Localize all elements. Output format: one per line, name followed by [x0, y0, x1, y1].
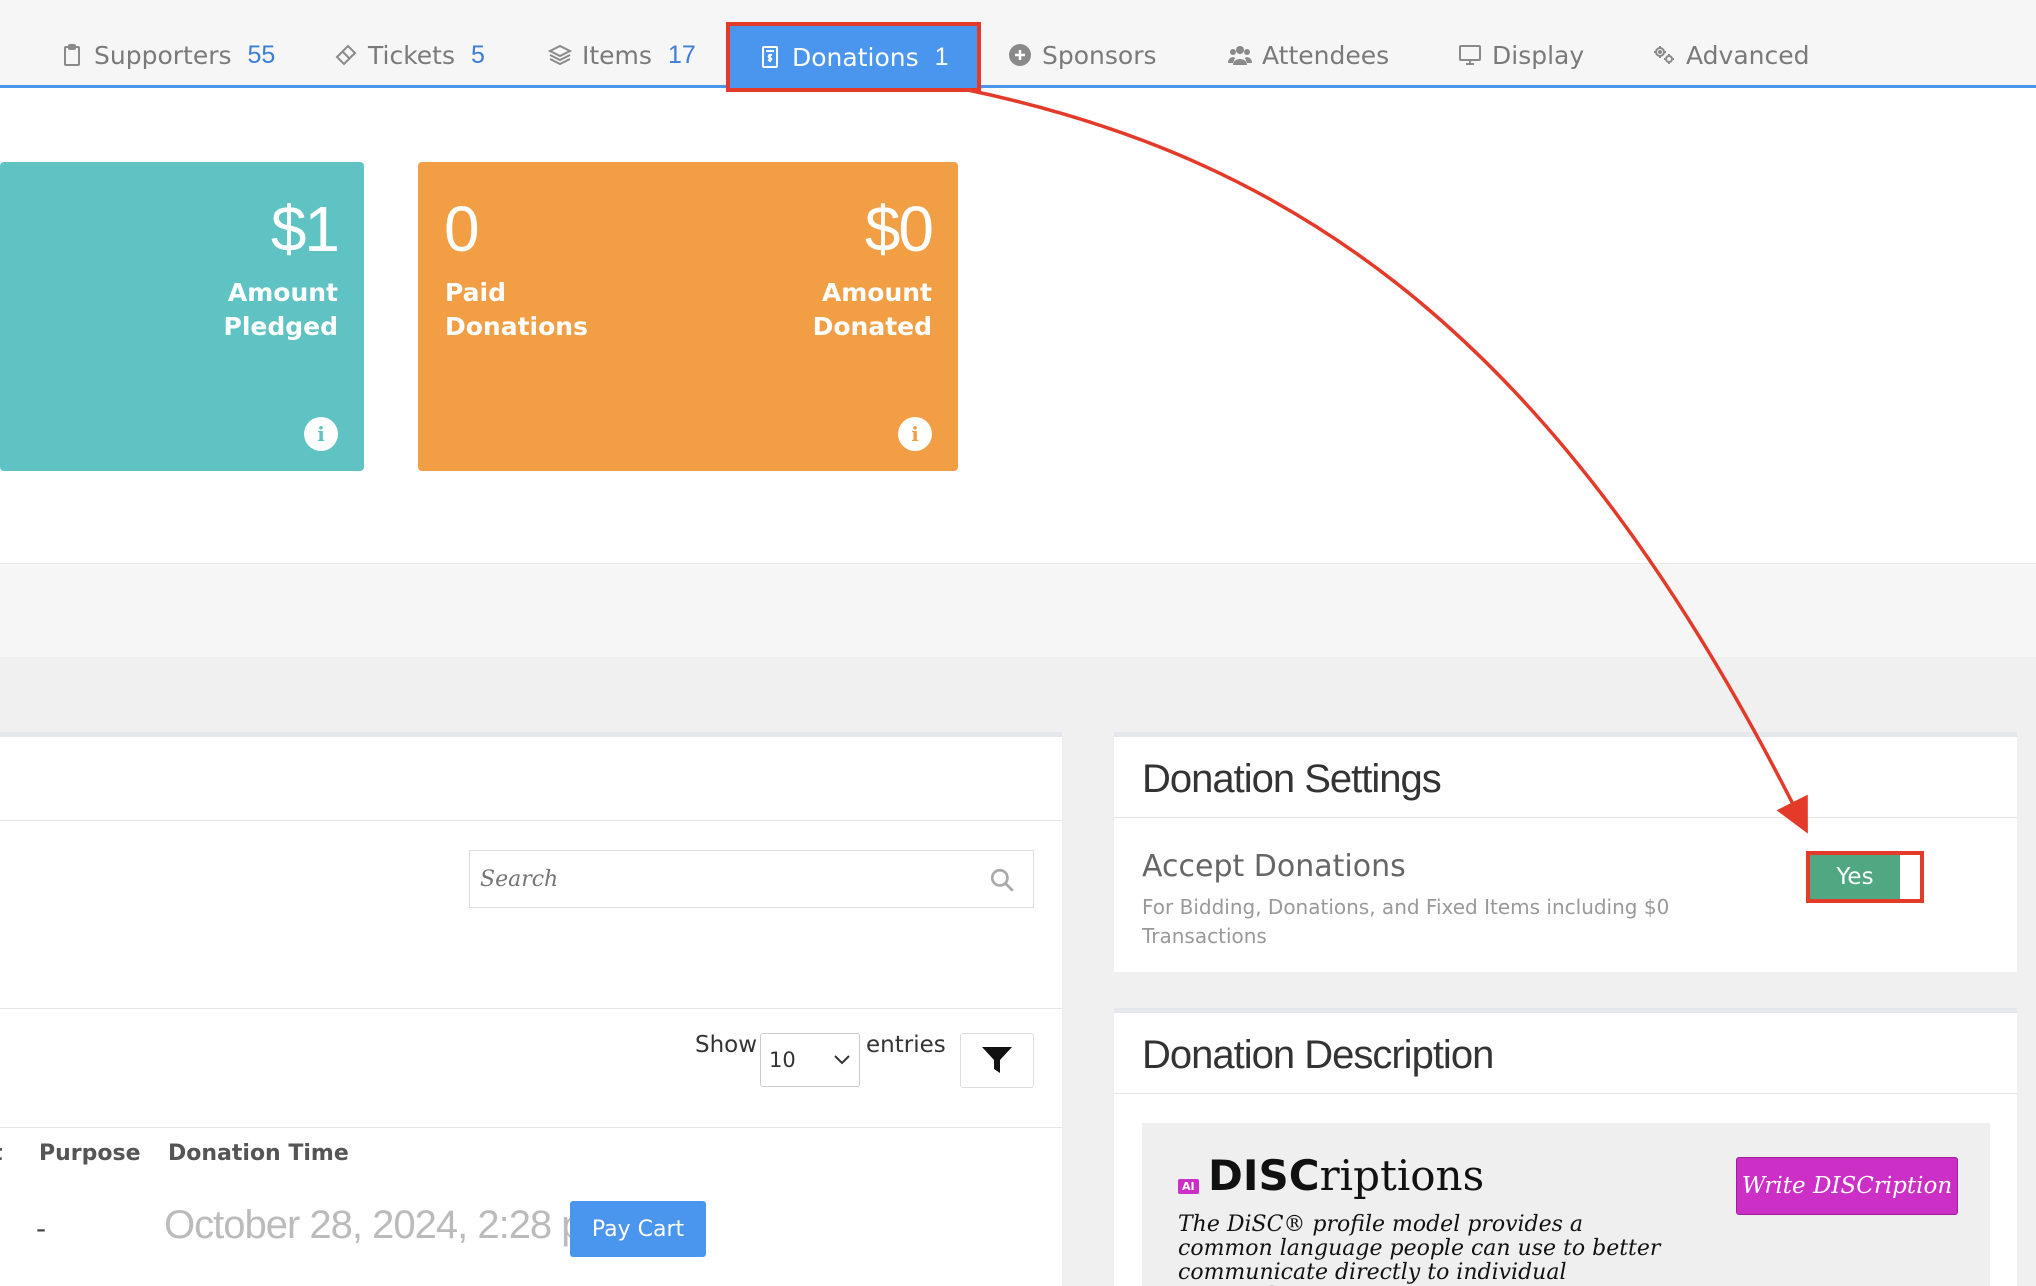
column-header-purpose[interactable]: Purpose	[39, 1141, 141, 1166]
tab-label: Attendees	[1262, 40, 1390, 70]
tab-items[interactable]: Items 17	[548, 22, 696, 88]
accept-donations-description: For Bidding, Donations, and Fixed Items …	[1142, 895, 1670, 948]
filter-button[interactable]	[960, 1033, 1034, 1088]
pay-cart-button[interactable]: Pay Cart	[570, 1201, 706, 1257]
tab-count: 55	[247, 40, 276, 69]
row-purpose: -	[36, 1212, 47, 1245]
tab-donations[interactable]: Donations 1	[726, 22, 981, 92]
monitor-icon	[1459, 45, 1481, 65]
pledged-label-line2: Pledged	[223, 312, 339, 341]
donated-label-line2: Donated	[812, 312, 932, 341]
divider	[1114, 817, 2017, 818]
page-size-value: 10	[769, 1048, 796, 1072]
amount-donated-label: Amount Donated	[813, 276, 932, 344]
tab-label: Donations	[792, 42, 919, 72]
tab-tickets[interactable]: Tickets 5	[334, 22, 485, 88]
divider	[0, 820, 1062, 821]
column-header-partial[interactable]: t	[0, 1141, 3, 1166]
donations-card: 0 Paid Donations $0 Amount Donated i	[418, 162, 958, 471]
write-discription-button[interactable]: Write DISCription	[1736, 1157, 1958, 1215]
amount-pledged-card: $1 Amount Pledged i	[0, 162, 364, 471]
donation-description-title: Donation Description	[1142, 1033, 1494, 1077]
tab-label: Advanced	[1686, 40, 1810, 70]
divider	[0, 1127, 1062, 1128]
tab-count: 17	[667, 40, 696, 69]
receipt-icon	[762, 46, 778, 68]
logo-rest: riptions	[1319, 1151, 1485, 1200]
gears-icon	[1654, 46, 1674, 64]
donation-settings-panel: Donation Settings Accept Donations For B…	[1114, 732, 2017, 972]
layers-icon	[548, 44, 572, 66]
paid-donations-value: 0	[444, 193, 480, 265]
donation-description-panel: Donation Description AI DISCriptions The…	[1114, 1008, 2017, 1286]
page-size-select[interactable]: 10	[760, 1033, 860, 1087]
paid-donations-label: Paid Donations	[445, 276, 588, 344]
tab-label: Items	[582, 40, 652, 70]
discriptions-logo: DISCriptions	[1208, 1151, 1484, 1200]
divider	[1114, 1093, 2017, 1094]
tab-sponsors[interactable]: Sponsors	[1008, 22, 1157, 88]
search-box	[469, 850, 1034, 908]
tab-attendees[interactable]: Attendees	[1228, 22, 1389, 88]
discriptions-box: AI DISCriptions The DiSC® profile model …	[1142, 1123, 1990, 1286]
tab-label: Sponsors	[1042, 40, 1157, 70]
divider	[0, 1008, 1062, 1009]
accept-donations-toggle[interactable]: Yes	[1806, 851, 1924, 903]
tab-label: Display	[1492, 40, 1585, 70]
logo-bold: DISC	[1208, 1151, 1320, 1200]
clipboard-icon	[64, 44, 80, 66]
amount-donated-value: $0	[864, 193, 934, 265]
chevron-down-icon	[834, 1055, 850, 1065]
toggle-value: Yes	[1836, 864, 1874, 890]
tab-count: 5	[471, 40, 485, 69]
section-band	[0, 563, 2036, 658]
pledged-value: $1	[270, 193, 340, 265]
search-input[interactable]	[470, 851, 1033, 907]
tab-supporters[interactable]: Supporters 55	[60, 22, 275, 88]
search-icon[interactable]	[989, 867, 1015, 893]
top-nav: Supporters 55 Tickets 5 Items 17 Donatio…	[0, 0, 2036, 92]
tab-count: 1	[934, 42, 949, 71]
tab-advanced[interactable]: Advanced	[1652, 22, 1810, 88]
info-icon[interactable]: i	[304, 417, 338, 451]
entries-label: entries	[866, 1032, 946, 1058]
discriptions-text: The DiSC® profile model provides a commo…	[1178, 1212, 1661, 1286]
donation-settings-title: Donation Settings	[1142, 757, 1442, 801]
ticket-icon	[335, 44, 357, 66]
pledged-label: Amount Pledged	[224, 276, 339, 344]
accept-donations-label: Accept Donations	[1142, 849, 1406, 884]
info-icon[interactable]: i	[898, 417, 932, 451]
tab-label: Supporters	[94, 40, 232, 70]
donated-label-line1: Amount	[821, 278, 932, 307]
pledged-label-line1: Amount	[227, 278, 338, 307]
paid-label-line1: Paid	[445, 278, 506, 307]
ai-badge: AI	[1178, 1179, 1199, 1194]
paid-label-line2: Donations	[445, 312, 588, 341]
tab-display[interactable]: Display	[1458, 22, 1584, 88]
row-donation-time: October 28, 2024, 2:28 pm	[164, 1203, 616, 1247]
column-header-donation-time[interactable]: Donation Time	[168, 1141, 349, 1166]
filter-icon	[982, 1046, 1012, 1073]
show-label: Show	[695, 1032, 758, 1058]
users-icon	[1228, 46, 1252, 65]
toggle-knob[interactable]	[1900, 855, 1920, 899]
plus-circle-icon	[1009, 44, 1031, 66]
tab-label: Tickets	[368, 40, 455, 70]
